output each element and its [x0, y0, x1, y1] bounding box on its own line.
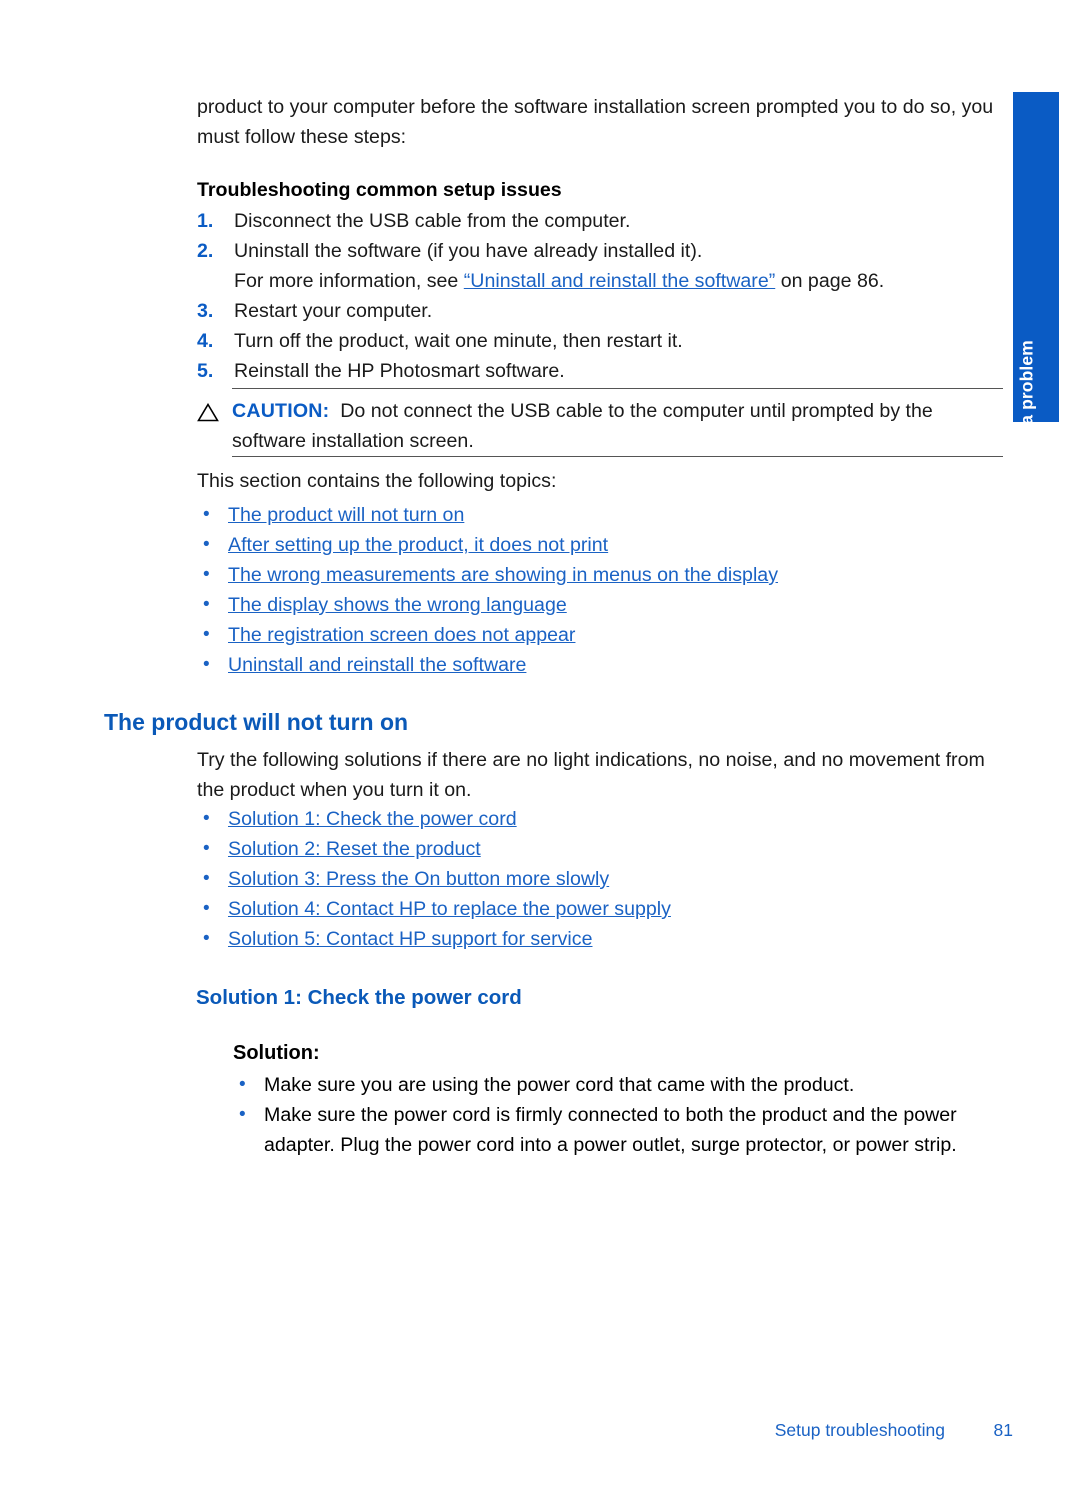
list-item: • Solution 1: Check the power cord	[197, 804, 1003, 834]
side-tab-solve-a-problem: Solve a problem	[1013, 92, 1059, 476]
intro-paragraph: product to your computer before the soft…	[197, 96, 994, 148]
troubleshooting-steps-part1: 1. Disconnect the USB cable from the com…	[197, 206, 1003, 296]
topics-link-list: • The product will not turn on • After s…	[197, 500, 1003, 680]
document-page: Solve a problem product to your computer…	[0, 0, 1080, 1495]
list-item: • Make sure the power cord is firmly con…	[233, 1100, 1013, 1160]
link-topic-4[interactable]: The registration screen does not appear	[228, 624, 575, 646]
list-item-note: For more information, see “Uninstall and…	[197, 266, 1003, 296]
caution-text: CAUTION: Do not connect the USB cable to…	[232, 396, 1003, 456]
link-topic-3[interactable]: The display shows the wrong language	[228, 594, 567, 616]
step-number: 2.	[197, 240, 214, 262]
section-intro: Try the following solutions if there are…	[197, 749, 985, 801]
bullet-icon: •	[203, 838, 210, 859]
bullet-icon: •	[203, 898, 210, 919]
bullet-icon: •	[239, 1074, 246, 1095]
solution-bullet-text: Make sure you are using the power cord t…	[264, 1074, 855, 1096]
troubleshooting-heading: Troubleshooting common setup issues	[197, 179, 562, 201]
list-item: • The wrong measurements are showing in …	[197, 560, 1003, 590]
link-solution-5[interactable]: Solution 5: Contact HP support for servi…	[228, 928, 592, 950]
link-uninstall-and-reinstall-the-software[interactable]: “Uninstall and reinstall the software”	[464, 270, 775, 292]
footer-label: Setup troubleshooting	[774, 1420, 945, 1440]
solution-link-list: • Solution 1: Check the power cord • Sol…	[197, 804, 1003, 954]
troubleshooting-steps-part2: 3. Restart your computer. 4. Turn off th…	[197, 296, 1003, 386]
step-number: 4.	[197, 330, 214, 352]
link-topic-5[interactable]: Uninstall and reinstall the software	[228, 654, 526, 676]
caution-block: CAUTION: Do not connect the USB cable to…	[197, 396, 1003, 456]
list-item: • Solution 2: Reset the product	[197, 834, 1003, 864]
caution-rule-top	[232, 388, 1003, 389]
bullet-icon: •	[203, 624, 210, 645]
link-solution-2[interactable]: Solution 2: Reset the product	[228, 838, 481, 860]
list-item: • The registration screen does not appea…	[197, 620, 1003, 650]
list-item: • The display shows the wrong language	[197, 590, 1003, 620]
list-item: 5. Reinstall the HP Photosmart software.	[197, 356, 1003, 386]
link-solution-1[interactable]: Solution 1: Check the power cord	[228, 808, 517, 830]
bullet-icon: •	[203, 868, 210, 889]
step-text: Restart your computer.	[234, 300, 433, 322]
step-number: 1.	[197, 210, 214, 232]
page-number: 81	[993, 1420, 1013, 1440]
topics-intro: This section contains the following topi…	[197, 470, 557, 492]
step-note-suffix: on page 86.	[775, 270, 885, 292]
warning-triangle-icon	[197, 396, 232, 431]
caution-label: CAUTION:	[232, 400, 330, 422]
solution-label: Solution:	[233, 1042, 320, 1064]
step-number: 3.	[197, 300, 214, 322]
bullet-icon: •	[203, 654, 210, 675]
link-topic-0[interactable]: The product will not turn on	[228, 504, 464, 526]
step-number: 5.	[197, 360, 214, 382]
list-item: • Solution 5: Contact HP support for ser…	[197, 924, 1003, 954]
bullet-icon: •	[203, 808, 210, 829]
list-item: • Uninstall and reinstall the software	[197, 650, 1003, 680]
side-tab-label: Solve a problem	[1016, 339, 1037, 477]
link-solution-3[interactable]: Solution 3: Press the On button more slo…	[228, 868, 609, 890]
link-solution-4[interactable]: Solution 4: Contact HP to replace the po…	[228, 898, 671, 920]
list-item: • Make sure you are using the power cord…	[233, 1070, 1013, 1100]
section-heading: The product will not turn on	[104, 709, 409, 735]
list-item: • Solution 3: Press the On button more s…	[197, 864, 1003, 894]
caution-rule-bottom	[232, 456, 1003, 457]
caution-body-text: Do not connect the USB cable to the comp…	[232, 400, 933, 452]
link-topic-1[interactable]: After setting up the product, it does no…	[228, 534, 608, 556]
list-item: 1. Disconnect the USB cable from the com…	[197, 206, 1003, 236]
step-text: Disconnect the USB cable from the comput…	[234, 210, 631, 232]
bullet-icon: •	[203, 534, 210, 555]
list-item: • The product will not turn on	[197, 500, 1003, 530]
solution1-bullet-list: • Make sure you are using the power cord…	[233, 1070, 1013, 1160]
bullet-icon: •	[203, 564, 210, 585]
list-item: 2. Uninstall the software (if you have a…	[197, 236, 1003, 266]
solution-bullet-text: Make sure the power cord is firmly conne…	[264, 1104, 957, 1156]
list-item: 4. Turn off the product, wait one minute…	[197, 326, 1003, 356]
step-note: For more information, see “Uninstall and…	[234, 266, 1003, 296]
bullet-icon: •	[203, 928, 210, 949]
bullet-icon: •	[203, 504, 210, 525]
step-note-prefix: For more information, see	[234, 270, 464, 292]
solution1-heading: Solution 1: Check the power cord	[196, 986, 522, 1009]
list-item: • After setting up the product, it does …	[197, 530, 1003, 560]
link-topic-2[interactable]: The wrong measurements are showing in me…	[228, 564, 778, 586]
step-text: Reinstall the HP Photosmart software.	[234, 360, 565, 382]
list-item: 3. Restart your computer.	[197, 296, 1003, 326]
bullet-icon: •	[203, 594, 210, 615]
step-text: Uninstall the software (if you have alre…	[234, 240, 703, 262]
bullet-icon: •	[239, 1104, 246, 1125]
step-text: Turn off the product, wait one minute, t…	[234, 330, 683, 352]
list-item: • Solution 4: Contact HP to replace the …	[197, 894, 1003, 924]
